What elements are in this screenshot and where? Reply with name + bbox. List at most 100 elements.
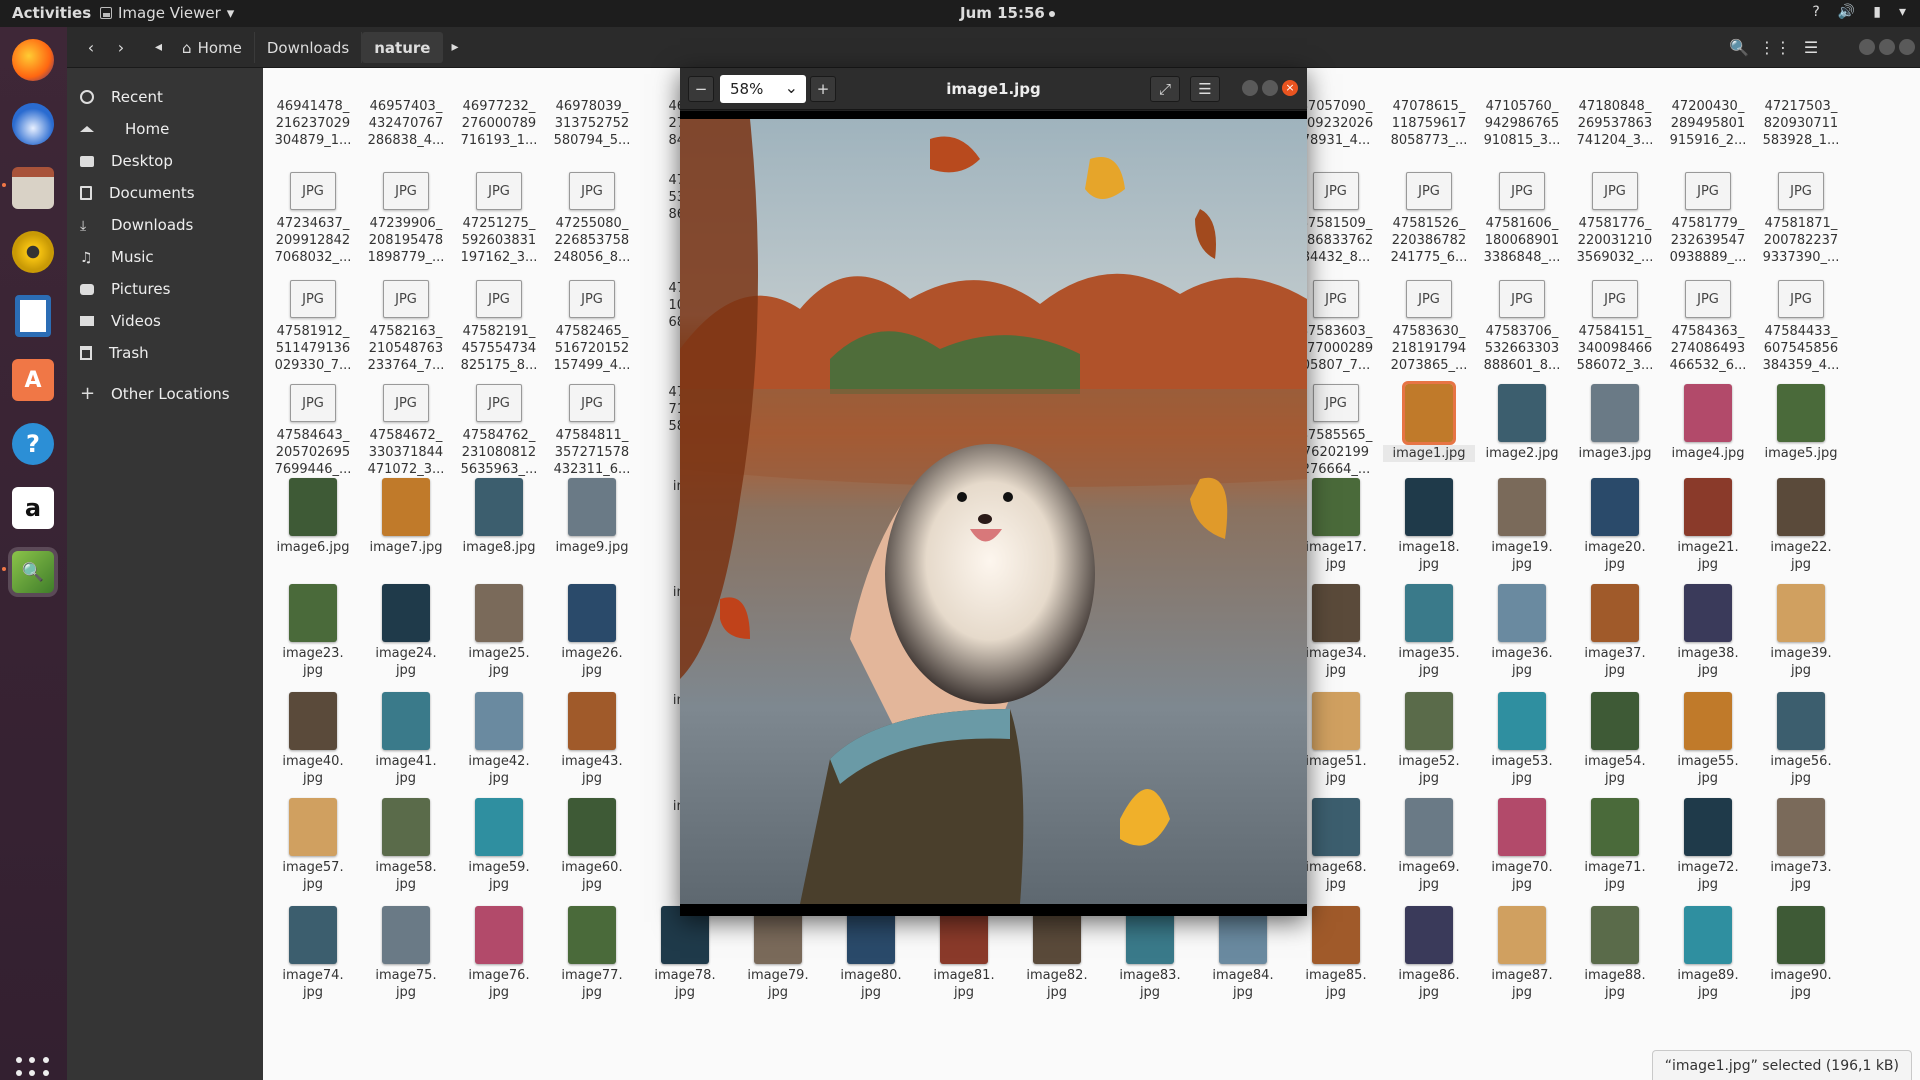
- battery-icon[interactable]: ▮: [1873, 4, 1881, 20]
- sidebar-item-trash[interactable]: Trash: [67, 338, 263, 368]
- file-item[interactable]: image72. jpg: [1662, 798, 1754, 893]
- file-item[interactable]: image4.jpg: [1662, 384, 1754, 462]
- sidebar-item-home[interactable]: Home: [67, 114, 263, 144]
- file-item[interactable]: image18. jpg: [1383, 478, 1475, 573]
- file-item[interactable]: JPG 47584433_ 607545856 384359_4...: [1755, 280, 1847, 374]
- file-item[interactable]: image84. jpg: [1197, 906, 1289, 1001]
- file-item[interactable]: image58. jpg: [360, 798, 452, 893]
- file-item[interactable]: JPG 47584643_ 205702695 7699446_...: [267, 384, 359, 478]
- path-right-arrow[interactable]: ▸: [443, 32, 466, 63]
- view-toggle-button[interactable]: ⋮⋮: [1759, 35, 1791, 59]
- file-item[interactable]: image70. jpg: [1476, 798, 1568, 893]
- sidebar-item-desktop[interactable]: Desktop: [67, 146, 263, 176]
- file-item[interactable]: JPG 47582465_ 516720152 157499_4...: [546, 280, 638, 374]
- file-item[interactable]: image5.jpg: [1755, 384, 1847, 462]
- system-tray[interactable]: ? 🔊 ▮ ▾: [1812, 4, 1906, 20]
- file-item[interactable]: image56. jpg: [1755, 692, 1847, 787]
- file-item[interactable]: image69. jpg: [1383, 798, 1475, 893]
- file-item[interactable]: image39. jpg: [1755, 584, 1847, 679]
- dock-help[interactable]: ?: [8, 419, 58, 469]
- file-item[interactable]: image75. jpg: [360, 906, 452, 1001]
- crumb-current[interactable]: nature: [362, 32, 444, 63]
- file-item[interactable]: image82. jpg: [1011, 906, 1103, 1001]
- file-item[interactable]: JPG 47583630_ 218191794 2073865_...: [1383, 280, 1475, 374]
- dock-files[interactable]: [2, 163, 58, 213]
- file-item[interactable]: 47078615_ 118759617 8058773_...: [1383, 98, 1475, 149]
- file-item[interactable]: image38. jpg: [1662, 584, 1754, 679]
- file-item[interactable]: JPG 47582163_ 210548763 233764_7...: [360, 280, 452, 374]
- file-item[interactable]: 47180848_ 269537863 741204_3...: [1569, 98, 1661, 149]
- file-item[interactable]: 46977232_ 276000789 716193_1...: [453, 98, 545, 149]
- caret-down-icon[interactable]: ▾: [1899, 4, 1906, 20]
- sidebar-item-recent[interactable]: Recent: [67, 82, 263, 112]
- file-item[interactable]: JPG 47581606_ 180068901 3386848_...: [1476, 172, 1568, 266]
- file-item[interactable]: image23. jpg: [267, 584, 359, 679]
- file-item[interactable]: image78. jpg: [639, 906, 731, 1001]
- file-item[interactable]: image52. jpg: [1383, 692, 1475, 787]
- dock-firefox[interactable]: [8, 35, 58, 85]
- file-item[interactable]: image74. jpg: [267, 906, 359, 1001]
- file-item[interactable]: image9.jpg: [546, 478, 638, 556]
- file-item[interactable]: image40. jpg: [267, 692, 359, 787]
- file-item[interactable]: image80. jpg: [825, 906, 917, 1001]
- file-item[interactable]: image25. jpg: [453, 584, 545, 679]
- file-item[interactable]: image86. jpg: [1383, 906, 1475, 1001]
- sidebar-item-music[interactable]: ♫ Music: [67, 242, 263, 272]
- file-item[interactable]: image81. jpg: [918, 906, 1010, 1001]
- file-item[interactable]: JPG 47234637_ 209912842 7068032_...: [267, 172, 359, 266]
- file-item[interactable]: image26. jpg: [546, 584, 638, 679]
- menu-button[interactable]: ☰: [1799, 35, 1823, 59]
- minimize-button[interactable]: [1859, 39, 1875, 55]
- app-menu[interactable]: Image Viewer ▾: [100, 4, 234, 22]
- sidebar-item-pictures[interactable]: Pictures: [67, 274, 263, 304]
- file-item[interactable]: image2.jpg: [1476, 384, 1568, 462]
- image-canvas[interactable]: [680, 111, 1307, 916]
- dock-rhythmbox[interactable]: [8, 227, 58, 277]
- file-item[interactable]: image85. jpg: [1290, 906, 1382, 1001]
- file-item[interactable]: JPG 47581526_ 220386782 241775_6...: [1383, 172, 1475, 266]
- minimize-button[interactable]: [1242, 80, 1258, 96]
- file-item[interactable]: image19. jpg: [1476, 478, 1568, 573]
- forward-button[interactable]: ›: [109, 35, 133, 59]
- file-item[interactable]: 47105760_ 942986765 910815_3...: [1476, 98, 1568, 149]
- sidebar-item-downloads[interactable]: ⤓ Downloads: [67, 210, 263, 240]
- file-item[interactable]: image57. jpg: [267, 798, 359, 893]
- dock-writer[interactable]: [8, 291, 58, 341]
- dock-image-viewer[interactable]: 🔍: [2, 547, 58, 597]
- maximize-button[interactable]: [1879, 39, 1895, 55]
- file-item[interactable]: image1.jpg: [1383, 381, 1475, 462]
- file-item[interactable]: 47200430_ 289495801 915916_2...: [1662, 98, 1754, 149]
- fullscreen-button[interactable]: ⤢: [1150, 76, 1180, 102]
- file-item[interactable]: image73. jpg: [1755, 798, 1847, 893]
- file-item[interactable]: image37. jpg: [1569, 584, 1661, 679]
- path-left-arrow[interactable]: ◂: [147, 32, 170, 63]
- show-applications-button[interactable]: [16, 1057, 50, 1080]
- file-item[interactable]: 46957403_ 432470767 286838_4...: [360, 98, 452, 149]
- sidebar-item-videos[interactable]: Videos: [67, 306, 263, 336]
- viewer-menu-button[interactable]: ☰: [1190, 76, 1220, 102]
- file-item[interactable]: JPG 47584762_ 231080812 5635963_...: [453, 384, 545, 478]
- file-item[interactable]: image76. jpg: [453, 906, 545, 1001]
- file-item[interactable]: JPG 47251275_ 592603831 197162_3...: [453, 172, 545, 266]
- file-item[interactable]: image35. jpg: [1383, 584, 1475, 679]
- file-item[interactable]: image3.jpg: [1569, 384, 1661, 462]
- file-item[interactable]: image7.jpg: [360, 478, 452, 556]
- file-item[interactable]: image8.jpg: [453, 478, 545, 556]
- activities-button[interactable]: Activities: [12, 4, 91, 22]
- file-item[interactable]: JPG 47239906_ 208195478 1898779_...: [360, 172, 452, 266]
- file-item[interactable]: image22. jpg: [1755, 478, 1847, 573]
- sidebar-item-other-locations[interactable]: + Other Locations: [67, 379, 263, 409]
- file-item[interactable]: image53. jpg: [1476, 692, 1568, 787]
- file-item[interactable]: image71. jpg: [1569, 798, 1661, 893]
- file-item[interactable]: JPG 47584363_ 274086493 466532_6...: [1662, 280, 1754, 374]
- file-item[interactable]: image79. jpg: [732, 906, 824, 1001]
- close-button[interactable]: ×: [1282, 80, 1298, 96]
- file-item[interactable]: image83. jpg: [1104, 906, 1196, 1001]
- file-item[interactable]: image41. jpg: [360, 692, 452, 787]
- file-item[interactable]: JPG 47581776_ 220031210 3569032_...: [1569, 172, 1661, 266]
- file-item[interactable]: 46941478_ 216237029 304879_1...: [267, 98, 359, 149]
- file-item[interactable]: image77. jpg: [546, 906, 638, 1001]
- file-item[interactable]: image24. jpg: [360, 584, 452, 679]
- accessibility-icon[interactable]: ?: [1812, 4, 1819, 20]
- file-item[interactable]: image90. jpg: [1755, 906, 1847, 1001]
